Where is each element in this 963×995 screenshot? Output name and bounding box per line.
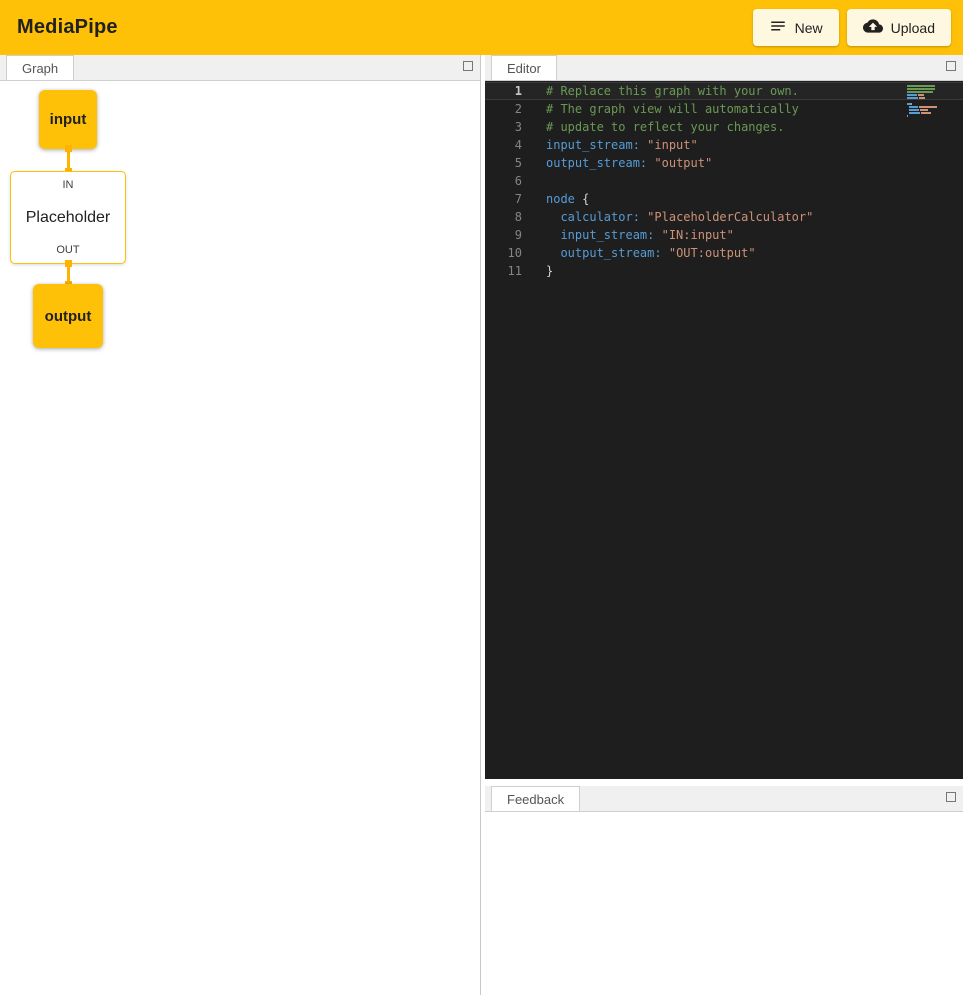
tab-feedback[interactable]: Feedback [491,786,580,811]
header-buttons: New Upload [753,9,951,46]
code-line[interactable]: 11} [485,262,963,280]
code-line[interactable]: 9 input_stream: "IN:input" [485,226,963,244]
upload-button[interactable]: Upload [847,9,951,46]
line-content: # update to reflect your changes. [546,118,784,136]
line-number: 7 [485,190,522,208]
line-content: calculator: "PlaceholderCalculator" [546,208,813,226]
graph-node-output[interactable]: output [33,284,103,348]
tab-editor-label: Editor [507,61,541,76]
editor-minimap[interactable] [907,85,943,118]
line-number: 4 [485,136,522,154]
graph-node-output-label: output [45,308,92,325]
feedback-panel: Feedback [485,786,963,995]
placeholder-in-port-label: IN [63,179,74,191]
code-line[interactable]: 7 node { [485,190,963,208]
line-number: 1 [485,82,522,100]
editor-panel-header: Editor [485,55,963,81]
code-line[interactable]: 6 [485,172,963,190]
feedback-maximize-icon[interactable] [946,792,956,802]
code-lines[interactable]: 1 # Replace this graph with your own. 2 # T… [485,82,963,280]
app-title: MediaPipe [17,16,118,39]
graph-node-input-label: input [50,111,87,128]
line-number: 11 [485,262,522,280]
graph-node-input[interactable]: input [39,90,97,149]
feedback-panel-header: Feedback [485,786,963,812]
line-content: output_stream: "OUT:output" [546,244,756,262]
graph-canvas[interactable]: input IN Placeholder OUT output [0,81,480,995]
app-header: MediaPipe New Upload [0,0,963,55]
main-layout: Graph input IN Placeholder OUT output [0,55,963,995]
line-number: 10 [485,244,522,262]
graph-node-placeholder[interactable]: IN Placeholder OUT [10,171,126,264]
line-content: # The graph view will automatically [546,100,799,118]
graph-panel: Graph input IN Placeholder OUT output [0,55,481,995]
graph-maximize-icon[interactable] [463,61,473,71]
code-line[interactable]: 5 output_stream: "output" [485,154,963,172]
line-content: output_stream: "output" [546,154,712,172]
feedback-content [485,812,963,995]
tab-editor[interactable]: Editor [491,55,557,80]
menu-lines-icon [769,17,787,38]
code-line[interactable]: 10 output_stream: "OUT:output" [485,244,963,262]
line-content: input_stream: "input" [546,136,698,154]
code-line[interactable]: 1 # Replace this graph with your own. [485,82,963,100]
code-line[interactable]: 4 input_stream: "input" [485,136,963,154]
tab-graph-label: Graph [22,61,58,76]
line-number: 5 [485,154,522,172]
code-line[interactable]: 2 # The graph view will automatically [485,100,963,118]
upload-button-label: Upload [891,20,935,36]
placeholder-out-port-label: OUT [56,244,79,256]
line-number: 8 [485,208,522,226]
tab-feedback-label: Feedback [507,792,564,807]
code-line[interactable]: 8 calculator: "PlaceholderCalculator" [485,208,963,226]
line-content: node { [546,190,589,208]
code-line[interactable]: 3 # update to reflect your changes. [485,118,963,136]
line-content: input_stream: "IN:input" [546,226,734,244]
placeholder-node-label: Placeholder [26,209,111,227]
editor-feedback-gap [485,779,963,786]
editor-code[interactable]: 1 # Replace this graph with your own. 2 # T… [485,81,963,779]
line-number: 6 [485,172,522,190]
line-number: 9 [485,226,522,244]
editor-maximize-icon[interactable] [946,61,956,71]
graph-panel-header: Graph [0,55,480,81]
new-button[interactable]: New [753,9,839,46]
editor-panel: Editor 1 # Replace this graph with your o… [485,55,963,779]
new-button-label: New [795,20,823,36]
right-column: Editor 1 # Replace this graph with your o… [485,55,963,995]
line-number: 3 [485,118,522,136]
cloud-upload-icon [863,16,883,39]
line-content: # Replace this graph with your own. [546,82,799,100]
line-content: } [546,262,553,280]
tab-graph[interactable]: Graph [6,55,74,80]
line-number: 2 [485,100,522,118]
